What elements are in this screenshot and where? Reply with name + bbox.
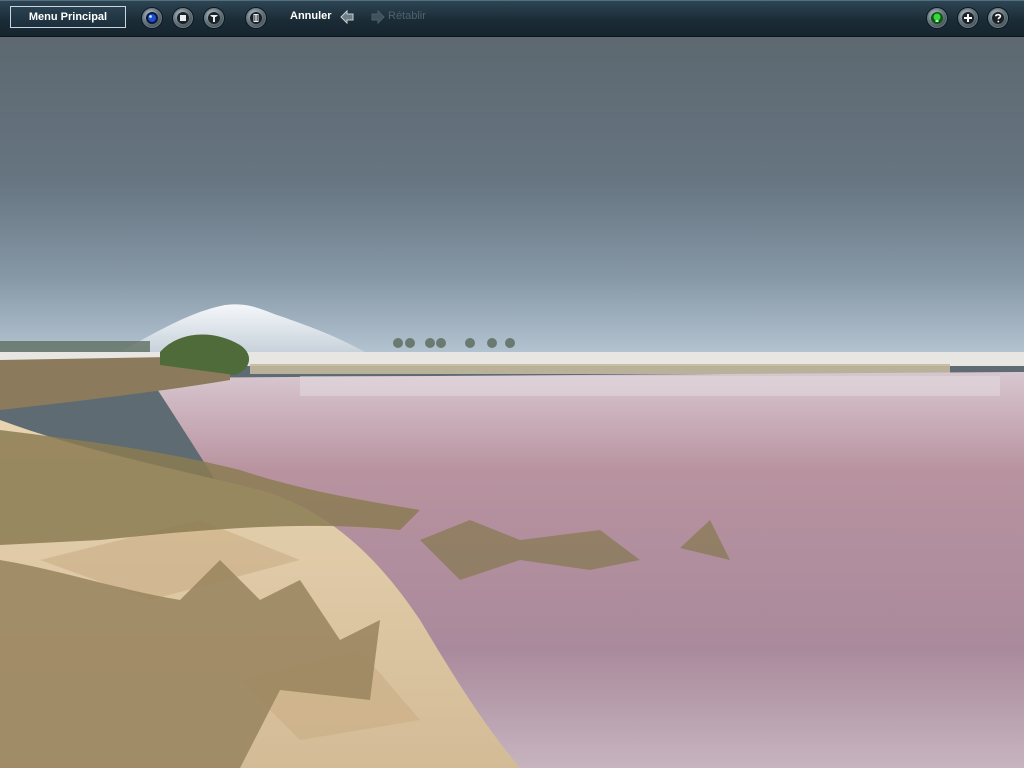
bulb-button[interactable] bbox=[926, 7, 948, 29]
top-toolbar: Menu Principal Annuler Rétablir bbox=[0, 0, 1024, 37]
stop-button[interactable] bbox=[172, 7, 194, 29]
camera-lens-button[interactable] bbox=[141, 7, 163, 29]
landscape-viewport[interactable] bbox=[0, 0, 1024, 768]
tools-icon bbox=[208, 12, 220, 24]
lagoon-shine bbox=[300, 376, 1000, 396]
undo-arrow-icon[interactable] bbox=[339, 9, 355, 25]
undo-button[interactable]: Annuler bbox=[290, 10, 332, 22]
help-icon bbox=[992, 12, 1004, 24]
redo-arrow-icon[interactable] bbox=[370, 9, 386, 25]
camera-lens-icon bbox=[146, 12, 158, 24]
distant-treeline bbox=[0, 341, 150, 353]
trash-button[interactable] bbox=[245, 7, 267, 29]
redo-button[interactable]: Rétablir bbox=[388, 10, 426, 22]
sky bbox=[0, 36, 1024, 358]
trash-icon bbox=[250, 12, 262, 24]
help-button[interactable] bbox=[987, 7, 1009, 29]
main-menu-button[interactable]: Menu Principal bbox=[10, 6, 126, 28]
stop-icon bbox=[177, 12, 189, 24]
far-reeds bbox=[250, 364, 950, 374]
plus-icon bbox=[962, 12, 974, 24]
bulb-icon bbox=[931, 12, 943, 24]
tools-button[interactable] bbox=[203, 7, 225, 29]
add-button[interactable] bbox=[957, 7, 979, 29]
